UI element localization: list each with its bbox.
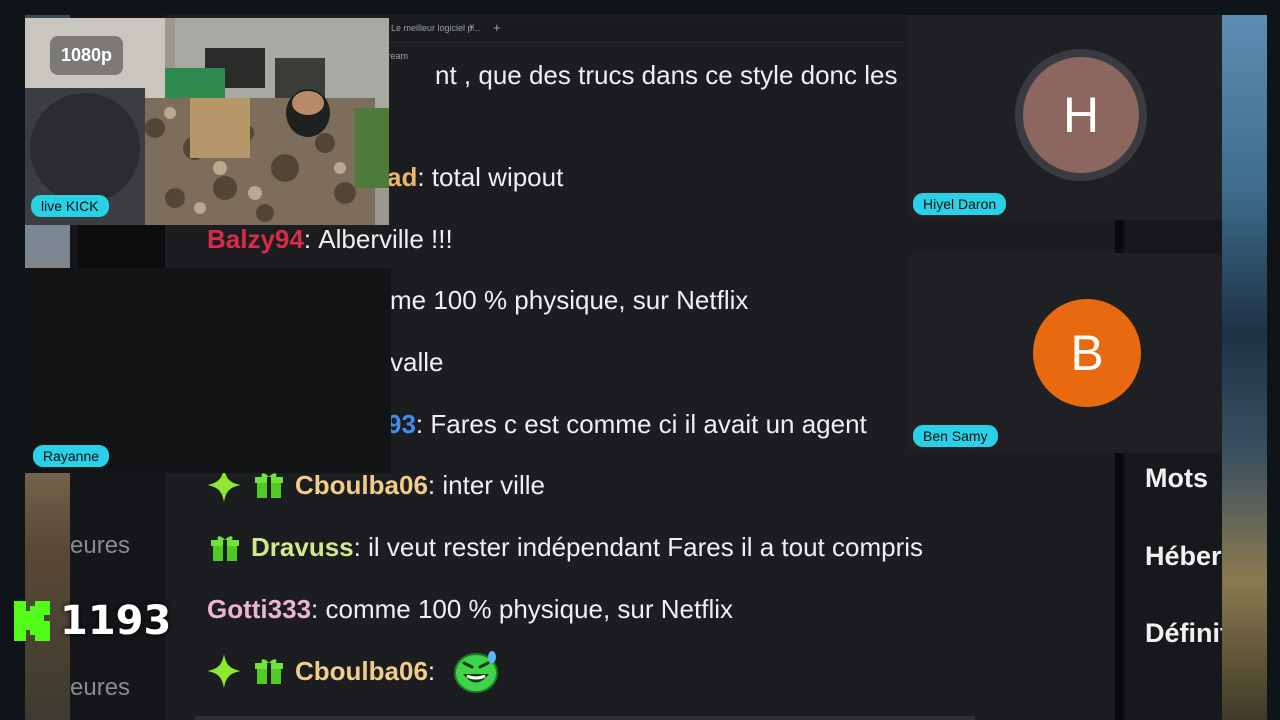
avatar-initial: B [1070, 325, 1104, 381]
sparkle-badge-icon [207, 654, 241, 688]
participant-name-label: Hiyel Daron [913, 193, 1007, 215]
message-text: inter ville [442, 469, 545, 500]
chat-message: nt , que des trucs dans ce style donc le… [435, 60, 897, 91]
quality-badge: 1080p [50, 36, 124, 75]
viewer-counter: 1193 [10, 598, 171, 644]
left-panel-item: eures [70, 674, 131, 701]
gift-badge-icon [211, 535, 239, 561]
viewer-count: 1193 [60, 598, 172, 644]
message-text: il veut rester indépendant Fares il a to… [368, 532, 924, 562]
close-tab-icon[interactable]: × [469, 22, 475, 33]
message-text: nt , que des trucs dans ce style donc le… [435, 60, 898, 90]
chat-username[interactable]: ad [387, 162, 417, 193]
guest-video-rayanne [25, 268, 391, 473]
message-text: comme 100 % physique, sur Netflix [325, 594, 733, 624]
chat-message: Cboulba06: inter ville [207, 468, 545, 502]
participant-card-hiyel: H [909, 15, 1222, 220]
guest-video-top [78, 225, 165, 268]
avatar-initial: H [1062, 87, 1100, 143]
laughing-emote-icon [454, 651, 499, 693]
gift-badge-icon [255, 473, 283, 498]
message-text: me 100 % physique, sur Netflix [390, 285, 749, 315]
chat-message: ad: total wipout [387, 162, 564, 193]
chat-username[interactable]: 93 [387, 409, 416, 440]
kick-logo-icon [14, 601, 50, 641]
chat-message: 93: Fares c est comme ci il avait un age… [387, 409, 867, 440]
chat-message: Balzy94: Alberville !!! [207, 224, 453, 255]
right-panel-item[interactable]: Hébergement [1145, 541, 1222, 572]
message-text: Fares c est comme ci il avait un agent [430, 409, 867, 439]
gift-badge-icon [255, 659, 283, 684]
chat-username[interactable]: Cboulba06 [295, 656, 428, 687]
chat-message: valle [390, 347, 443, 378]
left-panel-item: eures [70, 532, 131, 559]
new-tab-icon[interactable]: + [493, 20, 501, 35]
sparkle-badge-icon [207, 468, 241, 502]
chat-message: me 100 % physique, sur Netflix [390, 285, 748, 316]
participant-card-ben: B [909, 253, 1222, 453]
chat-username[interactable]: Gotti333 [207, 594, 311, 625]
participant-name-label: Ben Samy [913, 425, 998, 447]
chat-message: Gotti333: comme 100 % physique, sur Netf… [207, 594, 733, 625]
right-background [1222, 15, 1267, 720]
participant-avatar: H [1023, 57, 1139, 173]
browser-tab[interactable]: Le meilleur logiciel p... [391, 23, 480, 33]
right-panel-item[interactable]: Définitions [1145, 618, 1222, 649]
chat-username[interactable]: Cboulba06 [295, 470, 428, 501]
chat-username[interactable]: Dravuss [251, 532, 354, 563]
browser-tab-strip: Le meilleur logiciel p... × + tream [385, 18, 905, 61]
right-panel-item[interactable]: Mots [1145, 463, 1208, 494]
webcam-source-label: live KICK [31, 195, 109, 217]
chat-message: Dravuss: il veut rester indépendant Fare… [211, 532, 923, 563]
message-text: total wipout [431, 162, 564, 192]
chat-username[interactable]: Balzy94 [207, 224, 304, 255]
guest-name-label: Rayanne [33, 445, 110, 467]
bottom-strip [195, 716, 975, 720]
chat-message: Cboulba06: [207, 647, 500, 695]
participant-avatar: B [1033, 299, 1141, 407]
message-text: valle [390, 347, 444, 377]
message-text: Alberville !!! [318, 224, 453, 254]
